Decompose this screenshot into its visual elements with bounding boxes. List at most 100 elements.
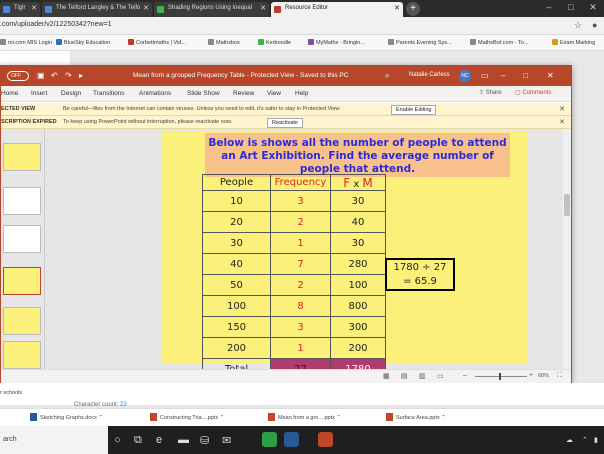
close-icon[interactable]: ✕ bbox=[260, 4, 266, 12]
minimize-icon[interactable]: – bbox=[501, 71, 505, 80]
tab-help[interactable]: Help bbox=[295, 90, 308, 97]
star-icon[interactable]: ☆ bbox=[574, 20, 582, 31]
zoom-level[interactable]: 60% bbox=[538, 373, 549, 379]
comments-button[interactable]: ▢ Comments bbox=[515, 89, 551, 96]
ribbon-display-icon[interactable]: ▭ bbox=[481, 71, 489, 80]
download-label: Sketching Graphs.docx bbox=[40, 415, 97, 421]
slideshow-icon[interactable]: ▭ bbox=[437, 372, 444, 380]
browser-tab[interactable]: The Telford Langley & The Telfo ✕ bbox=[42, 2, 152, 17]
task-view-icon[interactable]: ⧉ bbox=[134, 434, 142, 447]
undo-icon[interactable]: ↶ bbox=[51, 71, 58, 80]
enable-editing-button[interactable]: Enable Editing bbox=[391, 104, 437, 115]
browser-tab[interactable]: Tiglr ✕ bbox=[0, 2, 40, 17]
system-tray-icon[interactable]: ☁ bbox=[566, 436, 573, 444]
mail-icon[interactable]: ✉ bbox=[222, 434, 231, 447]
zoom-in-icon[interactable]: + bbox=[529, 372, 533, 379]
tab-slide-show[interactable]: Slide Show bbox=[187, 90, 220, 97]
edge-icon[interactable]: e bbox=[156, 434, 162, 446]
minimize-icon[interactable]: – bbox=[538, 0, 560, 17]
tab-favicon bbox=[45, 6, 52, 13]
network-icon[interactable]: ▮ bbox=[594, 436, 598, 444]
file-explorer-icon[interactable]: ▬ bbox=[178, 434, 189, 446]
present-icon[interactable]: ▸ bbox=[79, 71, 83, 80]
maximize-icon[interactable]: □ bbox=[560, 0, 582, 17]
close-icon[interactable]: ✕ bbox=[394, 4, 400, 12]
question-text: Below is shows all the number of people … bbox=[208, 137, 507, 175]
table-row: 30 1 30 bbox=[202, 232, 386, 254]
bookmark-label: MyMaths - Bringin... bbox=[316, 40, 365, 46]
fit-slide-icon[interactable]: ⛶ bbox=[557, 372, 562, 380]
close-icon[interactable]: ✕ bbox=[547, 71, 554, 80]
maximize-icon[interactable]: □ bbox=[523, 71, 528, 80]
store-icon[interactable]: ⛁ bbox=[200, 434, 209, 447]
slide-thumbnail[interactable] bbox=[3, 143, 41, 171]
frequency-table: People Frequency F x M 10 3 30 20 2 40 30 1 30… bbox=[202, 174, 386, 380]
table-row: 200 1 200 bbox=[202, 337, 386, 359]
bookmark-item[interactable]: mi.com MIS Login bbox=[0, 39, 52, 46]
new-tab-button[interactable]: + bbox=[406, 2, 420, 16]
browser-tab-active[interactable]: Resource Editor ✕ bbox=[271, 2, 403, 17]
scroll-thumb[interactable] bbox=[564, 194, 570, 216]
normal-view-icon[interactable]: ▦ bbox=[383, 372, 390, 380]
slide-editor-area: Below is shows all the number of people … bbox=[45, 129, 563, 380]
tab-transitions[interactable]: Transitions bbox=[93, 90, 125, 97]
download-item[interactable]: Surface Area.pptx ⌃ bbox=[386, 413, 446, 421]
reading-view-icon[interactable]: ▥ bbox=[419, 372, 426, 380]
tab-insert[interactable]: Insert bbox=[31, 90, 47, 97]
powerpoint-icon[interactable] bbox=[318, 432, 333, 447]
close-icon[interactable]: ✕ bbox=[559, 118, 565, 126]
download-item[interactable]: Constructing Tria....pptx ⌃ bbox=[150, 413, 224, 421]
search-icon[interactable]: ⌕ bbox=[385, 71, 389, 81]
tab-animations[interactable]: Animations bbox=[139, 90, 171, 97]
slide-thumbnail[interactable] bbox=[3, 341, 41, 369]
bookmark-item[interactable]: Exam Marking bbox=[552, 39, 595, 46]
autosave-toggle[interactable]: OFF bbox=[7, 71, 29, 81]
taskbar-search[interactable]: arch bbox=[0, 426, 108, 454]
bookmark-item[interactable]: Corbettmaths | Vid... bbox=[128, 39, 186, 46]
frequency-cell: 2 bbox=[270, 211, 331, 233]
tray-arrow-icon[interactable]: ⌃ bbox=[582, 436, 588, 444]
bookmark-item[interactable]: Mathsbox bbox=[208, 39, 240, 46]
zoom-slider[interactable] bbox=[475, 376, 527, 377]
slide-thumbnail-selected[interactable] bbox=[3, 267, 41, 295]
close-window-icon[interactable]: ✕ bbox=[582, 0, 604, 17]
bookmark-item[interactable]: MyMaths - Bringin... bbox=[308, 39, 365, 46]
tab-design[interactable]: Design bbox=[61, 90, 81, 97]
people-cell: 100 bbox=[202, 295, 271, 317]
tab-review[interactable]: Review bbox=[233, 90, 254, 97]
bookmark-item[interactable]: Kerboodle bbox=[258, 39, 291, 46]
url-field[interactable]: .com/uploader/v2/12250342?new=1 bbox=[0, 21, 112, 28]
tab-view[interactable]: View bbox=[267, 90, 281, 97]
slide-thumbnail[interactable] bbox=[3, 307, 41, 335]
close-icon[interactable]: ✕ bbox=[31, 4, 37, 12]
frequency-cell: 3 bbox=[270, 316, 331, 338]
tab-favicon bbox=[3, 6, 10, 13]
profile-icon[interactable]: ● bbox=[592, 20, 597, 30]
column-header-frequency: Frequency bbox=[270, 174, 331, 191]
cortana-icon[interactable]: ○ bbox=[114, 434, 121, 446]
close-icon[interactable]: ✕ bbox=[143, 4, 149, 12]
share-label: Share bbox=[485, 90, 502, 96]
redo-icon[interactable]: ↷ bbox=[65, 71, 72, 80]
zoom-out-icon[interactable]: – bbox=[463, 372, 467, 379]
download-item[interactable]: Mean from a gro....pptx ⌃ bbox=[268, 413, 341, 421]
chrome-icon[interactable] bbox=[262, 432, 277, 447]
reactivate-button[interactable]: Reactivate bbox=[267, 117, 303, 128]
save-icon[interactable]: ▣ bbox=[37, 71, 45, 80]
vertical-scrollbar[interactable] bbox=[563, 129, 571, 369]
bookmark-item[interactable]: Parents Evening Sys... bbox=[388, 39, 452, 46]
zoom-slider-knob[interactable] bbox=[499, 373, 501, 380]
bookmark-item[interactable]: MathsBot.com - To... bbox=[470, 39, 528, 46]
word-icon[interactable] bbox=[284, 432, 299, 447]
bookmark-item[interactable]: BlueSky Education bbox=[56, 39, 110, 46]
slide-thumbnail[interactable] bbox=[3, 187, 41, 215]
tab-home[interactable]: Home bbox=[1, 90, 18, 97]
slide-sorter-icon[interactable]: ▤ bbox=[401, 372, 408, 380]
subscription-text: To keep using PowerPoint without interru… bbox=[63, 119, 233, 125]
download-item[interactable]: Sketching Graphs.docx ⌃ bbox=[30, 413, 103, 421]
browser-tab[interactable]: Shading Regions Using Inequal ✕ bbox=[154, 2, 269, 17]
close-icon[interactable]: ✕ bbox=[559, 105, 565, 113]
avatar[interactable]: NC bbox=[459, 70, 471, 82]
slide-thumbnail[interactable] bbox=[3, 225, 41, 253]
share-button[interactable]: ⇪ Share bbox=[479, 89, 502, 96]
